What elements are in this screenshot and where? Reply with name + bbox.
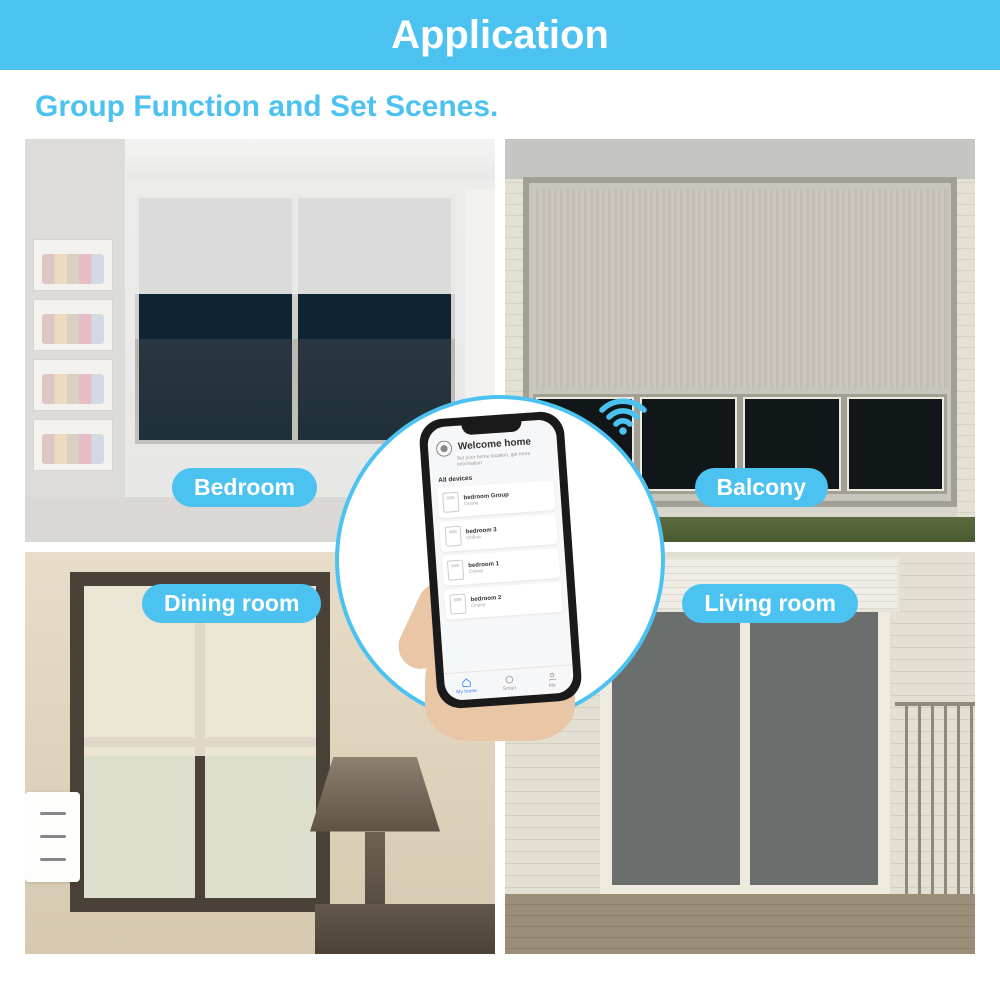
phone-screen[interactable]: Welcome home Set your home location, get… (426, 419, 574, 701)
phone-mockup: Welcome home Set your home location, get… (418, 410, 583, 709)
nav-smart[interactable]: Smart (486, 668, 531, 698)
device-row[interactable]: bedroom 1Online (441, 548, 560, 586)
welcome-sub: Set your home location, get more informa… (456, 449, 550, 467)
subtitle: Group Function and Set Scenes. (0, 70, 1000, 139)
home-icon (460, 677, 471, 688)
header-title: Application (391, 13, 609, 58)
user-icon (546, 671, 557, 682)
weather-icon (435, 440, 452, 457)
label-dining: Dining room (142, 584, 321, 623)
label-balcony: Balcony (695, 468, 828, 507)
nav-home[interactable]: My home (443, 671, 488, 701)
label-bedroom: Bedroom (172, 468, 317, 507)
device-row[interactable]: bedroom 2Online (443, 582, 562, 620)
blind-icon (444, 526, 461, 547)
center-phone-circle: Welcome home Set your home location, get… (335, 395, 665, 725)
blind-icon (442, 492, 459, 513)
header-bar: Application (0, 0, 1000, 70)
smart-icon (503, 674, 514, 685)
nav-me[interactable]: Me (529, 665, 574, 695)
device-row[interactable]: bedroom GroupOnline (436, 480, 555, 518)
device-list: bedroom GroupOnline bedroom 3Online bedr… (430, 478, 572, 674)
wall-switch-icon (25, 792, 80, 882)
blind-icon (446, 560, 463, 581)
blind-icon (449, 594, 466, 615)
wifi-icon (595, 389, 651, 445)
label-living: Living room (682, 584, 858, 623)
welcome-title: Welcome home (457, 436, 531, 452)
device-row[interactable]: bedroom 3Online (439, 514, 558, 552)
